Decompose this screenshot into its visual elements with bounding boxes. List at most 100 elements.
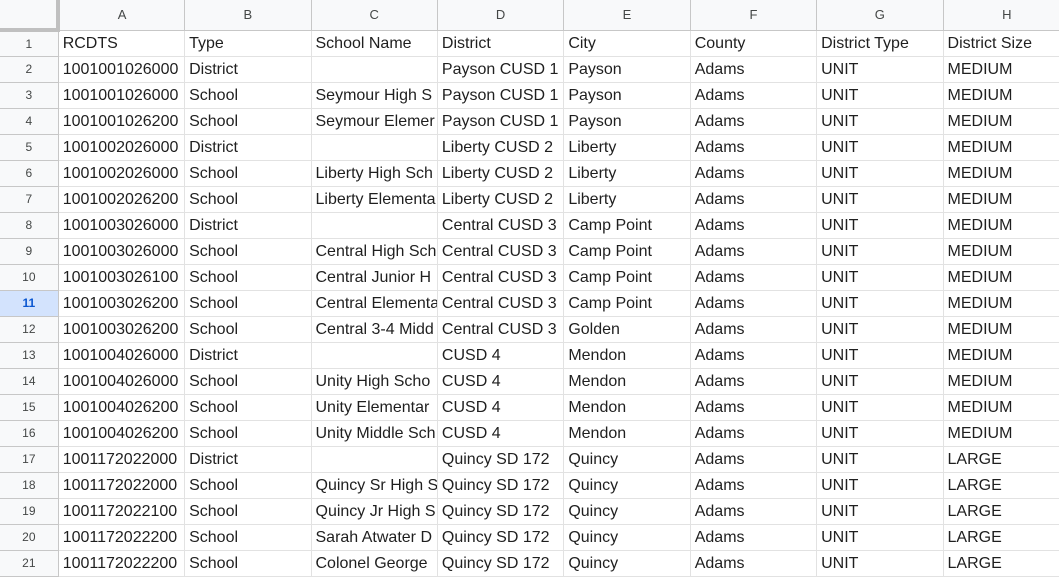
column-header-c[interactable]: C [311,0,438,31]
column-header-d[interactable]: D [437,0,565,31]
cell-b18[interactable]: School [184,472,312,499]
cell-d13[interactable]: CUSD 4 [437,342,565,369]
cell-h15[interactable]: MEDIUM [943,394,1059,421]
cell-c12[interactable]: Central 3-4 Midd [311,316,438,343]
cell-d4[interactable]: Payson CUSD 1 [437,108,565,135]
cell-d16[interactable]: CUSD 4 [437,420,565,447]
cell-f4[interactable]: Adams [690,108,818,135]
cell-h17[interactable]: LARGE [943,446,1059,473]
cell-h11[interactable]: MEDIUM [943,290,1059,317]
cell-d12[interactable]: Central CUSD 3 [437,316,565,343]
cell-f21[interactable]: Adams [690,550,818,577]
cell-c6[interactable]: Liberty High Sch [311,160,438,187]
cell-h4[interactable]: MEDIUM [943,108,1059,135]
cell-g3[interactable]: UNIT [816,82,944,109]
cell-b7[interactable]: School [184,186,312,213]
cell-b14[interactable]: School [184,368,312,395]
cell-h12[interactable]: MEDIUM [943,316,1059,343]
column-header-g[interactable]: G [816,0,944,31]
cell-e18[interactable]: Quincy [563,472,691,499]
cell-b4[interactable]: School [184,108,312,135]
cell-h21[interactable]: LARGE [943,550,1059,577]
cell-b3[interactable]: School [184,82,312,109]
cell-f3[interactable]: Adams [690,82,818,109]
cell-g2[interactable]: UNIT [816,56,944,83]
cell-a11[interactable]: 1001003026200 [58,290,186,317]
cell-h3[interactable]: MEDIUM [943,82,1059,109]
cell-c16[interactable]: Unity Middle Sch [311,420,438,447]
cell-h5[interactable]: MEDIUM [943,134,1059,161]
cell-b9[interactable]: School [184,238,312,265]
cell-c3[interactable]: Seymour High S [311,82,438,109]
cell-d18[interactable]: Quincy SD 172 [437,472,565,499]
cell-c5[interactable] [311,134,438,161]
cell-b20[interactable]: School [184,524,312,551]
cell-g16[interactable]: UNIT [816,420,944,447]
cell-f19[interactable]: Adams [690,498,818,525]
cell-f7[interactable]: Adams [690,186,818,213]
cell-d8[interactable]: Central CUSD 3 [437,212,565,239]
cell-f20[interactable]: Adams [690,524,818,551]
cell-a15[interactable]: 1001004026200 [58,394,186,421]
cell-e19[interactable]: Quincy [563,498,691,525]
row-header[interactable]: 7 [0,186,59,213]
cell-f13[interactable]: Adams [690,342,818,369]
cell-c8[interactable] [311,212,438,239]
cell-e12[interactable]: Golden [563,316,691,343]
cell-a1[interactable]: RCDTS [58,30,186,57]
cell-f12[interactable]: Adams [690,316,818,343]
row-header[interactable]: 11 [0,290,59,317]
cell-e14[interactable]: Mendon [563,368,691,395]
cell-e9[interactable]: Camp Point [563,238,691,265]
cell-c7[interactable]: Liberty Elementa [311,186,438,213]
cell-d11[interactable]: Central CUSD 3 [437,290,565,317]
cell-d10[interactable]: Central CUSD 3 [437,264,565,291]
cell-a14[interactable]: 1001004026000 [58,368,186,395]
spreadsheet-grid[interactable]: ABCDEFGH 1 RCDTS Type School Name District Ci… [0,0,1059,579]
cell-h2[interactable]: MEDIUM [943,56,1059,83]
cell-h6[interactable]: MEDIUM [943,160,1059,187]
cell-a19[interactable]: 1001172022100 [58,498,186,525]
cell-d3[interactable]: Payson CUSD 1 [437,82,565,109]
cell-g20[interactable]: UNIT [816,524,944,551]
cell-b1[interactable]: Type [184,30,312,57]
row-header[interactable]: 2 [0,56,59,83]
cell-c14[interactable]: Unity High Scho [311,368,438,395]
cell-c9[interactable]: Central High Sch [311,238,438,265]
cell-g6[interactable]: UNIT [816,160,944,187]
cell-e10[interactable]: Camp Point [563,264,691,291]
cell-d15[interactable]: CUSD 4 [437,394,565,421]
cell-a5[interactable]: 1001002026000 [58,134,186,161]
cell-d20[interactable]: Quincy SD 172 [437,524,565,551]
cell-d14[interactable]: CUSD 4 [437,368,565,395]
cell-a20[interactable]: 1001172022200 [58,524,186,551]
cell-c17[interactable] [311,446,438,473]
row-header[interactable]: 18 [0,472,59,499]
row-header[interactable]: 4 [0,108,59,135]
row-header[interactable]: 12 [0,316,59,343]
cell-c11[interactable]: Central Elementa [311,290,438,317]
cell-d21[interactable]: Quincy SD 172 [437,550,565,577]
column-header-h[interactable]: H [943,0,1059,31]
row-header[interactable]: 13 [0,342,59,369]
cell-b6[interactable]: School [184,160,312,187]
cell-a17[interactable]: 1001172022000 [58,446,186,473]
row-header[interactable]: 20 [0,524,59,551]
cell-b21[interactable]: School [184,550,312,577]
cell-h16[interactable]: MEDIUM [943,420,1059,447]
cell-f17[interactable]: Adams [690,446,818,473]
cell-a2[interactable]: 1001001026000 [58,56,186,83]
cell-e13[interactable]: Mendon [563,342,691,369]
cell-e17[interactable]: Quincy [563,446,691,473]
cell-d2[interactable]: Payson CUSD 1 [437,56,565,83]
row-header[interactable]: 5 [0,134,59,161]
cell-h13[interactable]: MEDIUM [943,342,1059,369]
cell-c15[interactable]: Unity Elementar [311,394,438,421]
cell-e5[interactable]: Liberty [563,134,691,161]
cell-b16[interactable]: School [184,420,312,447]
cell-a10[interactable]: 1001003026100 [58,264,186,291]
cell-f16[interactable]: Adams [690,420,818,447]
cell-e8[interactable]: Camp Point [563,212,691,239]
cell-e4[interactable]: Payson [563,108,691,135]
cell-b2[interactable]: District [184,56,312,83]
